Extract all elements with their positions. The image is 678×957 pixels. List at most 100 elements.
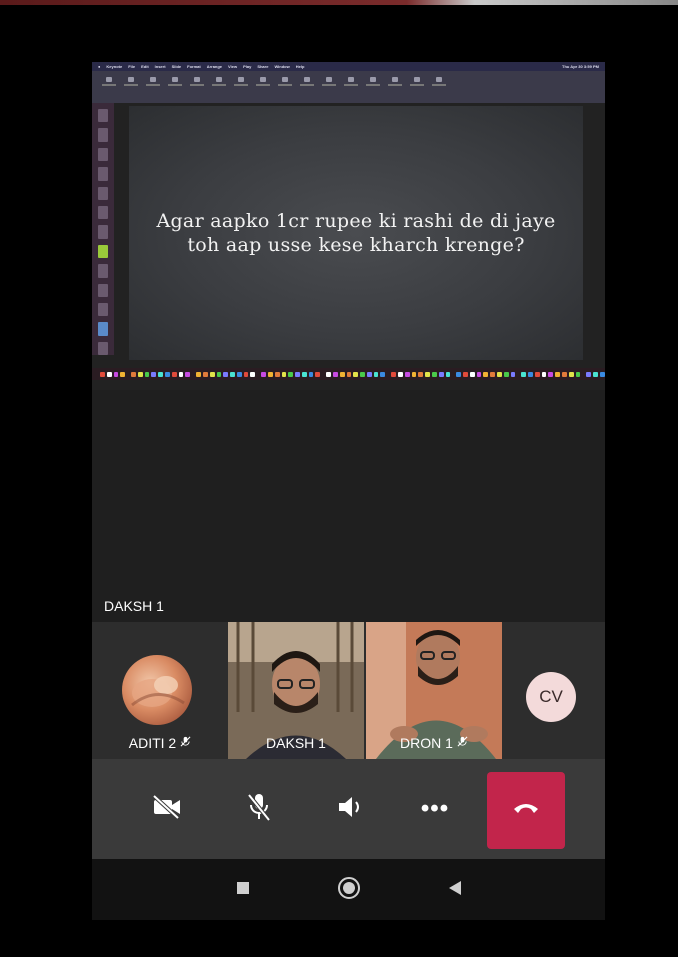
dock-app-icon <box>528 371 533 377</box>
toolbar-tool-icon <box>432 77 446 86</box>
toolbar-tool-icon <box>322 77 336 86</box>
toolbar-tool-icon <box>388 77 402 86</box>
end-call-icon <box>513 801 539 820</box>
back-button[interactable] <box>440 875 470 905</box>
back-triangle-icon <box>449 880 461 900</box>
menu-item: Arrange <box>206 64 223 69</box>
status-time: Thu Apr 30 3:59 PM <box>562 64 599 69</box>
menu-item: Slide <box>171 64 182 69</box>
dock-app-icon <box>315 371 321 377</box>
dock-app-icon <box>288 371 294 377</box>
dock-app-icon <box>521 371 527 377</box>
dock-app-icon <box>431 371 437 377</box>
participant-strip[interactable]: ADITI 2 DAKSH 1 DRON 1 CV <box>92 622 605 759</box>
dock-app-icon <box>171 371 177 377</box>
speaker-icon <box>336 794 366 825</box>
dock-app-icon <box>274 371 280 377</box>
dock-app-icon <box>250 371 256 377</box>
top-edge-strip <box>0 0 678 5</box>
dock-app-icon <box>202 371 208 377</box>
toolbar-tool-icon <box>124 77 138 86</box>
slide-text: Agar aapko 1cr rupee ki rashi de di jaye… <box>156 210 556 256</box>
participant-tile-dron[interactable]: DRON 1 <box>366 622 502 759</box>
dock-app-icon <box>425 371 430 377</box>
dock-app-icon <box>463 371 468 377</box>
menu-item: Help <box>295 64 305 69</box>
dock-app-icon <box>333 371 338 377</box>
dock-app-icon <box>562 371 567 377</box>
toolbar-tool-icon <box>190 77 204 86</box>
toolbar-tool-icon <box>278 77 292 86</box>
dock-app-icon <box>339 371 345 377</box>
shared-menubar: ● Keynote File Edit Insert Slide Format … <box>92 62 605 71</box>
square-icon <box>237 881 249 899</box>
dock-app-icon <box>144 371 150 377</box>
recent-apps-button[interactable] <box>228 875 258 905</box>
dock-app-icon <box>366 371 372 377</box>
dock-app-icon <box>575 371 581 377</box>
participant-tile-aditi[interactable]: ADITI 2 <box>92 622 228 759</box>
android-nav-bar <box>92 859 605 920</box>
menu-item: Play <box>243 64 252 69</box>
toolbar-tool-icon <box>102 77 116 86</box>
menu-item: Edit <box>141 64 149 69</box>
dock-app-icon <box>503 371 509 377</box>
dock-app-icon <box>120 371 126 377</box>
menu-item: File <box>128 64 136 69</box>
dock-app-icon <box>131 371 136 377</box>
speaker-button[interactable] <box>326 784 376 834</box>
toolbar-tool-icon <box>146 77 160 86</box>
home-button[interactable] <box>334 875 364 905</box>
menu-item: Keynote <box>106 64 123 69</box>
toolbar-tool-icon <box>366 77 380 86</box>
dock-app-icon <box>301 371 307 377</box>
participant-name: ADITI 2 <box>92 735 228 751</box>
participant-name: DAKSH 1 <box>266 735 326 751</box>
home-circle-icon <box>337 876 361 905</box>
dock-app-icon <box>490 371 495 377</box>
active-speaker-label: DAKSH 1 <box>104 598 164 614</box>
more-icon: ••• <box>420 795 450 822</box>
call-controls: ••• <box>92 759 605 859</box>
menu-item: Share <box>257 64 269 69</box>
mic-off-icon <box>457 736 468 750</box>
dock-app-icon <box>209 371 215 377</box>
dock-app-icon <box>404 371 410 377</box>
mic-off-icon <box>180 736 191 750</box>
dock-app-icon <box>308 371 314 377</box>
dock-app-icon <box>445 371 451 377</box>
dock-app-icon <box>391 371 397 377</box>
dock-app-icon <box>196 371 201 377</box>
mac-dock <box>92 368 605 380</box>
menu-item: View <box>228 64 238 69</box>
dock-app-icon <box>106 371 112 377</box>
dock-app-icon <box>267 371 273 377</box>
toolbar-tool-icon <box>410 77 424 86</box>
dock-app-icon <box>281 371 287 377</box>
dock-app-icon <box>380 371 386 377</box>
dock-app-icon <box>326 371 331 377</box>
dock-app-icon <box>151 371 157 377</box>
participant-tile-cv[interactable]: CV <box>504 622 605 759</box>
dock-app-icon <box>483 371 489 377</box>
participant-tile-daksh[interactable]: DAKSH 1 <box>228 622 364 759</box>
dock-app-icon <box>469 371 475 377</box>
more-options-button[interactable]: ••• <box>410 784 460 834</box>
mic-toggle-button[interactable] <box>234 784 284 834</box>
dock-app-icon <box>568 371 574 377</box>
dock-app-icon <box>185 371 191 377</box>
dock-app-icon <box>510 371 516 377</box>
dock-app-icon <box>586 371 592 377</box>
participant-name: DRON 1 <box>366 735 502 751</box>
dock-app-icon <box>353 371 359 377</box>
dock-app-icon <box>223 371 229 377</box>
camera-toggle-button[interactable] <box>142 784 192 834</box>
shared-screen[interactable]: ● Keynote File Edit Insert Slide Format … <box>92 62 605 390</box>
toolbar-tool-icon <box>168 77 182 86</box>
dock-app-icon <box>230 371 235 377</box>
slide-navigator <box>92 103 114 356</box>
dock-app-icon <box>261 371 266 377</box>
toolbar-tool-icon <box>256 77 270 86</box>
dock-app-icon <box>534 371 540 377</box>
end-call-button[interactable] <box>487 772 565 849</box>
